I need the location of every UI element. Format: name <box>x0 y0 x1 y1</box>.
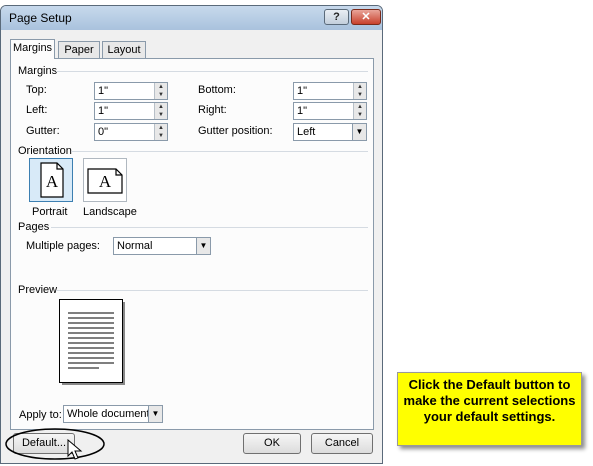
tab-layout[interactable]: Layout <box>102 41 146 59</box>
callout-line-1: Click the Default button to <box>408 377 571 392</box>
gutter-position-select[interactable]: Left ▼ <box>293 123 367 141</box>
gutter-value: 0" <box>98 126 109 138</box>
page-setup-dialog: Page Setup ? ✕ Margins Paper Layout Marg… <box>0 5 383 464</box>
left-label: Left: <box>26 104 48 116</box>
gutter-label: Gutter: <box>26 125 60 137</box>
tab-margins[interactable]: Margins <box>10 39 55 59</box>
tab-paper[interactable]: Paper <box>58 41 100 59</box>
right-margin-value: 1" <box>297 105 308 117</box>
bottom-label: Bottom: <box>198 84 236 96</box>
bottom-margin-spinner[interactable]: 1" ▲ ▼ <box>293 82 367 100</box>
chevron-down-icon[interactable]: ▼ <box>352 124 366 140</box>
orientation-divider <box>71 151 368 152</box>
help-button[interactable]: ? <box>324 9 349 25</box>
preview-divider <box>56 290 368 291</box>
right-label: Right: <box>198 104 227 116</box>
apply-to-label: Apply to: <box>19 409 62 421</box>
gutter-position-value: Left <box>297 126 316 138</box>
right-margin-spinner[interactable]: 1" ▲ ▼ <box>293 102 367 120</box>
spin-up-icon[interactable]: ▲ <box>353 83 366 91</box>
multiple-pages-value: Normal <box>117 240 153 252</box>
tab-paper-label: Paper <box>64 44 94 56</box>
portrait-glyph: A <box>46 172 59 191</box>
portrait-label: Portrait <box>32 206 68 218</box>
spin-down-icon[interactable]: ▼ <box>353 111 366 119</box>
apply-to-value: Whole document <box>67 408 150 420</box>
landscape-glyph: A <box>99 172 112 191</box>
cancel-button[interactable]: Cancel <box>311 433 373 454</box>
instruction-callout: Click the Default button to make the cur… <box>397 372 582 446</box>
dialog-title: Page Setup <box>9 11 72 25</box>
bottom-margin-value: 1" <box>297 85 308 97</box>
close-icon: ✕ <box>361 11 371 23</box>
portrait-page-icon: A <box>40 162 64 198</box>
top-margin-value: 1" <box>98 85 109 97</box>
gutter-position-label: Gutter position: <box>198 125 273 137</box>
spin-down-icon[interactable]: ▼ <box>154 91 167 99</box>
spin-up-icon[interactable]: ▲ <box>353 103 366 111</box>
gutter-spinner[interactable]: 0" ▲ ▼ <box>94 123 168 141</box>
title-bar[interactable]: Page Setup ? ✕ <box>1 6 382 30</box>
multiple-pages-select[interactable]: Normal ▼ <box>113 237 211 255</box>
top-label: Top: <box>26 84 47 96</box>
ok-button[interactable]: OK <box>243 433 301 454</box>
margins-divider <box>56 71 368 72</box>
chevron-down-icon[interactable]: ▼ <box>148 406 162 422</box>
pages-section-title: Pages <box>18 221 50 233</box>
mouse-cursor-icon <box>67 439 83 460</box>
chevron-down-icon[interactable]: ▼ <box>196 238 210 254</box>
pages-divider <box>51 227 368 228</box>
left-margin-spinner[interactable]: 1" ▲ ▼ <box>94 102 168 120</box>
spin-up-icon[interactable]: ▲ <box>154 124 167 132</box>
default-button-highlight-ellipse <box>5 428 105 460</box>
multiple-pages-label: Multiple pages: <box>26 240 100 252</box>
page-preview-image <box>59 299 125 385</box>
tab-margins-label: Margins <box>12 42 53 54</box>
callout-line-3: your default settings. <box>423 409 556 424</box>
ok-button-label: OK <box>264 437 280 449</box>
help-icon: ? <box>333 11 340 23</box>
left-margin-value: 1" <box>98 105 109 117</box>
landscape-page-icon: A <box>87 168 123 194</box>
landscape-option[interactable]: A <box>83 158 127 202</box>
cancel-button-label: Cancel <box>324 437 360 449</box>
spin-down-icon[interactable]: ▼ <box>154 132 167 140</box>
tab-layout-label: Layout <box>107 44 141 56</box>
landscape-label: Landscape <box>83 206 137 218</box>
close-button[interactable]: ✕ <box>351 9 381 25</box>
spin-up-icon[interactable]: ▲ <box>154 103 167 111</box>
callout-line-2: make the current selections <box>403 393 576 408</box>
apply-to-select[interactable]: Whole document ▼ <box>63 405 163 423</box>
preview-section-title: Preview <box>18 284 58 296</box>
orientation-section-title: Orientation <box>18 145 72 157</box>
spin-up-icon[interactable]: ▲ <box>154 83 167 91</box>
spin-down-icon[interactable]: ▼ <box>154 111 167 119</box>
top-margin-spinner[interactable]: 1" ▲ ▼ <box>94 82 168 100</box>
spin-down-icon[interactable]: ▼ <box>353 91 366 99</box>
margins-section-title: Margins <box>18 65 58 77</box>
portrait-option[interactable]: A <box>29 158 73 202</box>
